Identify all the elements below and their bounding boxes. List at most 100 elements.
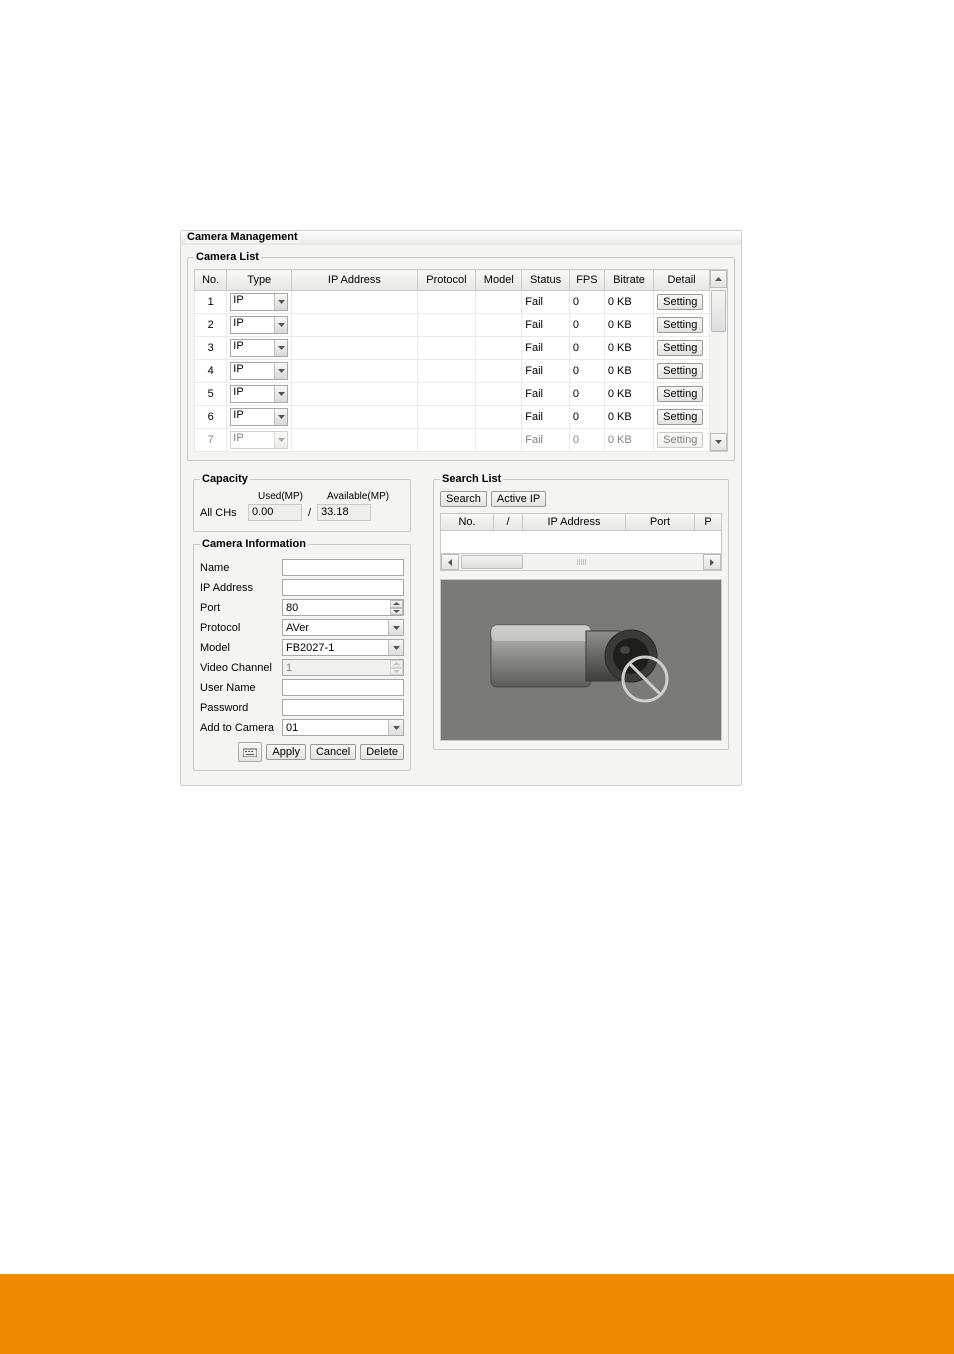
- chevron-down-icon[interactable]: [274, 386, 287, 402]
- col-protocol[interactable]: Protocol: [417, 270, 476, 291]
- type-select[interactable]: IP: [230, 316, 288, 334]
- sl-col-sep[interactable]: /: [494, 514, 523, 530]
- cell-detail[interactable]: Setting: [654, 429, 710, 452]
- cell-detail[interactable]: Setting: [654, 291, 710, 314]
- cancel-button[interactable]: Cancel: [310, 744, 356, 760]
- camera-list-scrollbar[interactable]: [710, 269, 728, 452]
- chevron-down-icon[interactable]: [274, 317, 287, 333]
- chevron-down-icon[interactable]: [388, 640, 403, 655]
- cell-type[interactable]: IP: [227, 291, 292, 314]
- spin-down-icon[interactable]: [390, 608, 403, 616]
- scroll-track[interactable]: [710, 288, 727, 433]
- type-select[interactable]: IP: [230, 385, 288, 403]
- table-row[interactable]: 7IPFail00 KBSetting: [195, 429, 710, 452]
- table-row[interactable]: 6IPFail00 KBSetting: [195, 406, 710, 429]
- col-ip[interactable]: IP Address: [292, 270, 417, 291]
- chevron-down-icon[interactable]: [388, 620, 403, 635]
- chevron-down-icon[interactable]: [274, 340, 287, 356]
- cell-ip: [292, 291, 417, 314]
- cell-status: Fail: [522, 360, 570, 383]
- spin-up-icon[interactable]: [390, 600, 403, 608]
- camera-list-legend: Camera List: [194, 251, 261, 263]
- setting-button[interactable]: Setting: [657, 294, 703, 310]
- protocol-value[interactable]: [282, 619, 404, 636]
- col-fps[interactable]: FPS: [569, 270, 604, 291]
- type-select[interactable]: IP: [230, 431, 288, 449]
- cell-no: 2: [195, 314, 227, 337]
- protocol-select[interactable]: [282, 619, 404, 636]
- col-model[interactable]: Model: [476, 270, 522, 291]
- scroll-left-icon[interactable]: [441, 554, 459, 570]
- sl-col-port[interactable]: Port: [626, 514, 695, 530]
- col-bitrate[interactable]: Bitrate: [604, 270, 653, 291]
- search-list-body[interactable]: [440, 531, 722, 554]
- cell-detail[interactable]: Setting: [654, 314, 710, 337]
- sl-col-no[interactable]: No.: [441, 514, 494, 530]
- cell-fps: 0: [569, 360, 604, 383]
- ip-input[interactable]: [282, 579, 404, 596]
- add-to-camera-value[interactable]: [282, 719, 404, 736]
- type-select[interactable]: IP: [230, 339, 288, 357]
- table-row[interactable]: 3IPFail00 KBSetting: [195, 337, 710, 360]
- cell-type[interactable]: IP: [227, 360, 292, 383]
- setting-button[interactable]: Setting: [657, 363, 703, 379]
- apply-button[interactable]: Apply: [266, 744, 306, 760]
- scroll-thumb[interactable]: [711, 290, 726, 332]
- sl-col-p[interactable]: P: [695, 514, 721, 530]
- chevron-down-icon[interactable]: [274, 409, 287, 425]
- keyboard-icon[interactable]: [238, 742, 262, 762]
- type-select[interactable]: IP: [230, 293, 288, 311]
- chevron-down-icon[interactable]: [274, 294, 287, 310]
- port-input[interactable]: [282, 599, 404, 616]
- table-row[interactable]: 5IPFail00 KBSetting: [195, 383, 710, 406]
- col-status[interactable]: Status: [522, 270, 570, 291]
- name-input[interactable]: [282, 559, 404, 576]
- col-type[interactable]: Type: [227, 270, 292, 291]
- type-select[interactable]: IP: [230, 362, 288, 380]
- cell-detail[interactable]: Setting: [654, 383, 710, 406]
- grip-icon: [571, 559, 591, 565]
- col-detail[interactable]: Detail: [654, 270, 710, 291]
- chevron-down-icon[interactable]: [388, 720, 403, 735]
- chevron-down-icon[interactable]: [274, 363, 287, 379]
- add-to-camera-select[interactable]: [282, 719, 404, 736]
- setting-button[interactable]: Setting: [657, 409, 703, 425]
- cell-detail[interactable]: Setting: [654, 337, 710, 360]
- scroll-down-icon[interactable]: [710, 433, 727, 451]
- model-select[interactable]: [282, 639, 404, 656]
- setting-button[interactable]: Setting: [657, 386, 703, 402]
- hscroll-track[interactable]: [459, 554, 703, 570]
- setting-button[interactable]: Setting: [657, 432, 703, 448]
- col-no[interactable]: No.: [195, 270, 227, 291]
- search-list-hscroll[interactable]: [440, 554, 722, 571]
- cell-type[interactable]: IP: [227, 406, 292, 429]
- model-value[interactable]: [282, 639, 404, 656]
- scroll-right-icon[interactable]: [703, 554, 721, 570]
- cell-ip: [292, 314, 417, 337]
- cell-type[interactable]: IP: [227, 337, 292, 360]
- password-input[interactable]: [282, 699, 404, 716]
- cell-ip: [292, 429, 417, 452]
- table-row[interactable]: 4IPFail00 KBSetting: [195, 360, 710, 383]
- cell-detail[interactable]: Setting: [654, 406, 710, 429]
- table-row[interactable]: 1IPFail00 KBSetting: [195, 291, 710, 314]
- cell-type[interactable]: IP: [227, 429, 292, 452]
- username-input[interactable]: [282, 679, 404, 696]
- cell-type[interactable]: IP: [227, 383, 292, 406]
- cell-type[interactable]: IP: [227, 314, 292, 337]
- hscroll-thumb[interactable]: [461, 555, 523, 569]
- sl-col-ip[interactable]: IP Address: [523, 514, 626, 530]
- search-list-header: No. / IP Address Port P: [440, 513, 722, 531]
- search-button[interactable]: Search: [440, 491, 487, 507]
- active-ip-button[interactable]: Active IP: [491, 491, 546, 507]
- scroll-up-icon[interactable]: [710, 270, 727, 288]
- port-stepper[interactable]: [282, 599, 404, 616]
- setting-button[interactable]: Setting: [657, 340, 703, 356]
- chevron-down-icon[interactable]: [274, 432, 287, 448]
- setting-button[interactable]: Setting: [657, 317, 703, 333]
- table-row[interactable]: 2IPFail00 KBSetting: [195, 314, 710, 337]
- cell-detail[interactable]: Setting: [654, 360, 710, 383]
- delete-button[interactable]: Delete: [360, 744, 404, 760]
- type-select[interactable]: IP: [230, 408, 288, 426]
- cell-bitrate: 0 KB: [604, 291, 653, 314]
